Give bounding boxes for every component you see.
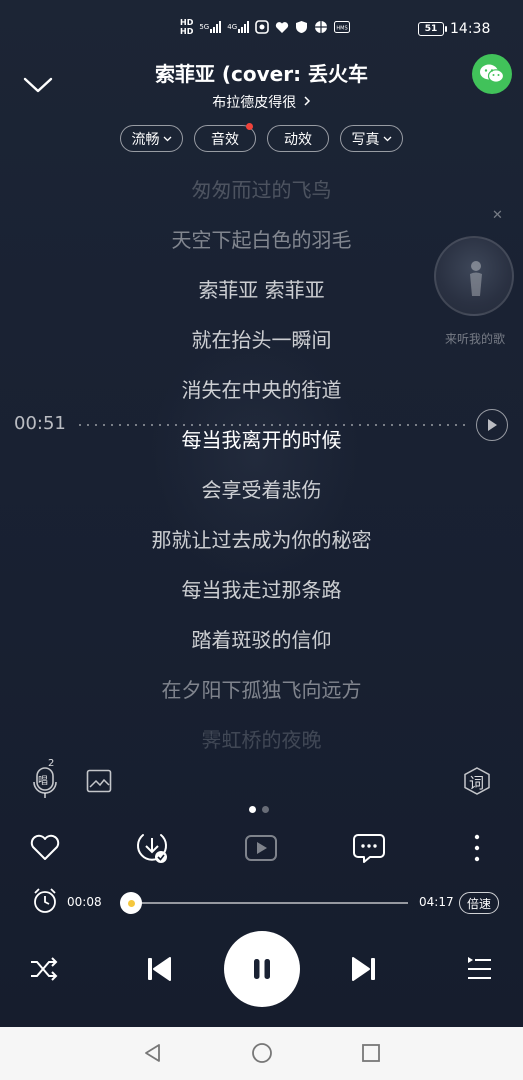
sound-effect-chip-label: 音效 (211, 131, 239, 148)
page-dot-active (249, 806, 256, 813)
shuffle-icon (31, 957, 58, 981)
lyrics-toggle-button[interactable]: 词 (462, 766, 492, 796)
total-duration: 04:17 (419, 895, 454, 909)
playback-speed-button[interactable]: 倍速 (459, 892, 499, 914)
heart-icon (30, 834, 60, 860)
wechat-share-button[interactable] (472, 54, 512, 94)
progress-knob-dot (127, 899, 135, 907)
sing-label: 唱 (38, 776, 48, 787)
signal-5g-icon: 5G (199, 21, 222, 33)
more-button[interactable] (459, 830, 495, 866)
shuffle-button[interactable] (28, 953, 60, 985)
lyric-line[interactable]: 在夕阳下孤独飞向远方 (60, 674, 463, 703)
song-title: 索菲亚 (cover: 丢火车 (154, 62, 369, 86)
download-button[interactable] (134, 830, 170, 866)
shield-icon (295, 20, 308, 34)
skip-next-icon (352, 957, 375, 981)
playlist-button[interactable] (463, 953, 495, 985)
globe-icon (314, 20, 328, 34)
download-done-icon (137, 834, 167, 863)
play-from-lyric-button[interactable] (476, 409, 508, 441)
hd-icon: HD HD (180, 18, 194, 36)
play-icon (488, 419, 497, 431)
portrait-chip[interactable]: 写真 (340, 125, 403, 152)
skip-previous-icon (148, 957, 171, 981)
comments-button[interactable] (351, 830, 387, 866)
pause-icon (254, 959, 270, 979)
artist-link[interactable]: 布拉德皮得很 (150, 92, 373, 112)
image-icon (86, 769, 112, 793)
music-video-button[interactable] (243, 830, 279, 866)
close-icon[interactable]: ✕ (492, 208, 503, 223)
lyric-line[interactable]: 消失在中央的街道 (60, 374, 463, 403)
wechat-icon (480, 64, 505, 83)
next-track-button[interactable] (348, 953, 380, 985)
lyric-line[interactable]: 会享受着悲伤 (60, 474, 463, 503)
system-navigation-bar (0, 1027, 523, 1080)
sound-effect-chip[interactable]: 音效 (194, 123, 256, 152)
signal-4g-icon: 4G (227, 21, 250, 33)
lyric-line[interactable]: 每当我走过那条路 (60, 574, 463, 603)
page-dot (262, 806, 269, 813)
lyric-line[interactable]: 索菲亚 索菲亚 (60, 274, 463, 303)
lyric-line[interactable]: 踏着斑驳的信仰 (60, 624, 463, 653)
back-triangle-icon (145, 1044, 160, 1062)
quality-chip[interactable]: 流畅 (120, 125, 183, 152)
artist-name: 布拉德皮得很 (212, 95, 297, 111)
lyrics-toggle-label: 词 (469, 774, 485, 792)
chevron-down-icon (383, 136, 391, 141)
status-clock: 14:38 (450, 21, 491, 37)
elapsed-time: 00:08 (67, 895, 102, 909)
hms-icon: HMS (334, 21, 351, 33)
play-pause-button[interactable] (224, 931, 300, 1007)
previous-track-button[interactable] (143, 953, 175, 985)
floating-recommend-card[interactable]: ✕ 来听我的歌 (432, 208, 518, 348)
quality-chip-label: 流畅 (131, 131, 160, 148)
battery-indicator: 51 (418, 22, 447, 36)
lyric-line[interactable]: 那就让过去成为你的秘密 (60, 524, 463, 553)
page-indicator (249, 806, 269, 813)
comment-icon (353, 834, 385, 863)
motion-effect-chip-label: 动效 (284, 131, 312, 148)
lyric-line[interactable]: 霁虹桥的夜晚 (60, 724, 463, 753)
recommend-label: 来听我的歌 (444, 332, 505, 346)
motion-effect-chip[interactable]: 动效 (267, 125, 329, 152)
nav-back-button[interactable] (141, 1041, 165, 1065)
nav-home-button[interactable] (250, 1041, 274, 1065)
alarm-clock-icon (34, 888, 56, 913)
like-button[interactable] (27, 830, 63, 866)
player-options-bar: 流畅 音效 动效 写真 (0, 123, 523, 153)
portrait-chip-label: 写真 (351, 131, 380, 148)
nav-recents-button[interactable] (359, 1041, 383, 1065)
sleep-timer-button[interactable] (32, 887, 58, 915)
health-heart-icon (275, 21, 289, 34)
poster-button[interactable] (86, 768, 112, 794)
player-screen: HD HD 5G 4G HMS 51 14:38 索菲亚 (cover: 丢火车… (0, 0, 523, 1027)
lyric-line[interactable]: 匆匆而过的飞鸟 (60, 174, 463, 203)
video-icon (245, 835, 277, 861)
chevron-down-icon (23, 77, 53, 93)
svg-text:HMS: HMS (337, 26, 348, 32)
recents-square-icon (362, 1044, 380, 1062)
status-bar: HD HD 5G 4G HMS 51 14:38 (0, 14, 523, 48)
recommend-thumbnail[interactable] (434, 236, 514, 316)
lyric-line[interactable]: 天空下起白色的羽毛 (60, 224, 463, 253)
lyric-seek-time: 00:51 (14, 413, 66, 434)
playlist-icon (468, 957, 491, 979)
karaoke-button[interactable]: 唱 2 (30, 758, 64, 800)
app-notification-icon (255, 20, 269, 34)
lyric-line-active[interactable]: 每当我离开的时候 (60, 424, 463, 453)
collapse-player-button[interactable] (22, 74, 54, 96)
lyric-seek-line (76, 424, 468, 426)
sing-count-badge: 2 (48, 758, 55, 769)
lyric-line[interactable]: 就在抬头一瞬间 (60, 324, 463, 353)
home-circle-icon (252, 1043, 272, 1063)
chevron-down-icon (163, 136, 171, 141)
more-vertical-icon (474, 834, 480, 862)
chevron-right-icon (303, 95, 311, 111)
progress-knob[interactable] (120, 892, 143, 914)
progress-track[interactable] (122, 902, 408, 904)
new-badge-dot (246, 123, 253, 130)
